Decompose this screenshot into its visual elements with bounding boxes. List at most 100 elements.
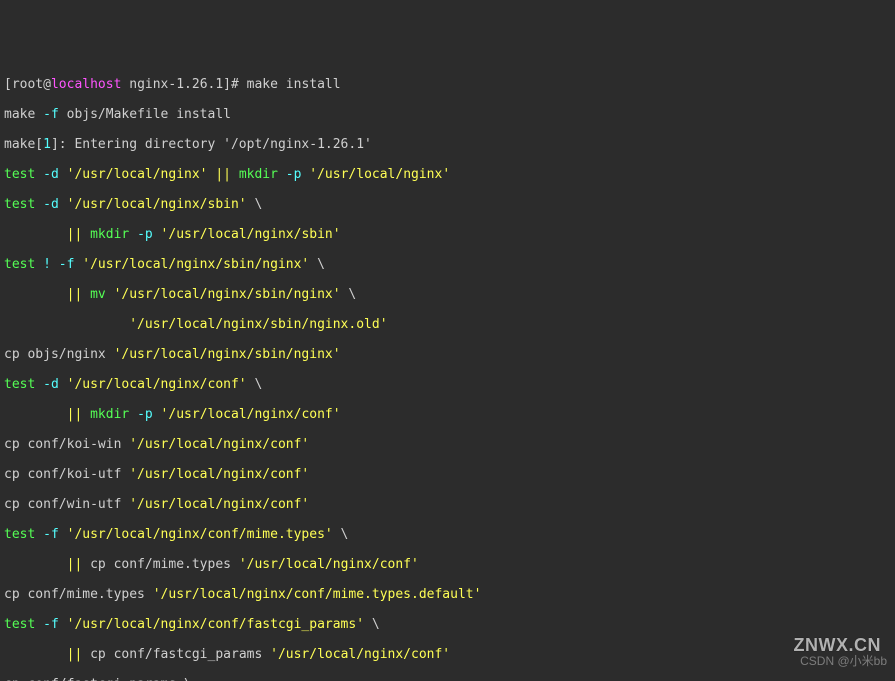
t: '/usr/local/nginx/sbin/nginx.old' bbox=[129, 317, 387, 332]
t: '/usr/local/nginx/conf' bbox=[239, 557, 419, 572]
t: cp conf/fastcgi_params bbox=[90, 647, 270, 662]
t: '/usr/local/nginx' bbox=[59, 167, 208, 182]
t: make[ bbox=[4, 137, 43, 152]
output-line: || mv '/usr/local/nginx/sbin/nginx' \ bbox=[4, 287, 891, 302]
t: mkdir bbox=[239, 167, 278, 182]
t: '/usr/local/nginx/conf' bbox=[129, 437, 309, 452]
t: || bbox=[67, 557, 90, 572]
watermark-logo: ZNWX.CN bbox=[794, 638, 882, 653]
output-line: || mkdir -p '/usr/local/nginx/sbin' bbox=[4, 227, 891, 242]
t: -f bbox=[35, 527, 58, 542]
watermark-attribution: CSDN @小米bb bbox=[800, 654, 887, 669]
output-line: cp conf/koi-utf '/usr/local/nginx/conf' bbox=[4, 467, 891, 482]
t: test bbox=[4, 257, 35, 272]
t: -f bbox=[35, 617, 58, 632]
t: \ bbox=[341, 287, 357, 302]
t: test bbox=[4, 167, 35, 182]
t: -d bbox=[35, 377, 58, 392]
output-line: test ! -f '/usr/local/nginx/sbin/nginx' … bbox=[4, 257, 891, 272]
t: cp conf/fastcgi_params \ bbox=[4, 677, 192, 681]
t: test bbox=[4, 197, 35, 212]
t: '/usr/local/nginx/conf/mime.types' bbox=[59, 527, 333, 542]
t bbox=[4, 407, 67, 422]
t: '/usr/local/nginx/conf' bbox=[129, 467, 309, 482]
t: '/usr/local/nginx/conf/mime.types.defaul… bbox=[153, 587, 482, 602]
t: '/usr/local/nginx/sbin' bbox=[153, 227, 341, 242]
output-line: cp conf/koi-win '/usr/local/nginx/conf' bbox=[4, 437, 891, 452]
t: ]: Entering directory '/opt/nginx-1.26.1… bbox=[51, 137, 372, 152]
t bbox=[4, 647, 67, 662]
at-sign: @ bbox=[43, 77, 51, 92]
terminal-output: [root@localhost nginx-1.26.1]# make inst… bbox=[4, 62, 891, 681]
t bbox=[4, 287, 67, 302]
t: test bbox=[4, 527, 35, 542]
t: '/usr/local/nginx' bbox=[301, 167, 450, 182]
prompt-user: root bbox=[12, 77, 43, 92]
t bbox=[4, 317, 129, 332]
t: cp objs/nginx bbox=[4, 347, 114, 362]
t: '/usr/local/nginx/conf' bbox=[129, 497, 309, 512]
t: '/usr/local/nginx/sbin/nginx' bbox=[106, 287, 341, 302]
t: -d bbox=[35, 197, 58, 212]
t: -f bbox=[35, 107, 58, 122]
t: \ bbox=[247, 197, 263, 212]
t: || bbox=[208, 167, 239, 182]
t: \ bbox=[309, 257, 325, 272]
output-line: cp conf/fastcgi_params \ bbox=[4, 677, 891, 681]
t: mkdir bbox=[90, 227, 129, 242]
t: cp conf/koi-utf bbox=[4, 467, 129, 482]
t: || bbox=[67, 227, 90, 242]
t: '/usr/local/nginx/conf' bbox=[59, 377, 247, 392]
command-text: make install bbox=[247, 77, 341, 92]
t: cp conf/win-utf bbox=[4, 497, 129, 512]
prompt-host: localhost bbox=[51, 77, 121, 92]
t: '/usr/local/nginx/sbin/nginx' bbox=[74, 257, 309, 272]
t: cp conf/mime.types bbox=[4, 587, 153, 602]
output-line: test -f '/usr/local/nginx/conf/mime.type… bbox=[4, 527, 891, 542]
t: objs/Makefile install bbox=[59, 107, 231, 122]
output-line: || cp conf/mime.types '/usr/local/nginx/… bbox=[4, 557, 891, 572]
t: \ bbox=[247, 377, 263, 392]
output-line: cp conf/mime.types '/usr/local/nginx/con… bbox=[4, 587, 891, 602]
t: cp conf/koi-win bbox=[4, 437, 129, 452]
prompt-line[interactable]: [root@localhost nginx-1.26.1]# make inst… bbox=[4, 77, 891, 92]
t: '/usr/local/nginx/sbin/nginx' bbox=[114, 347, 341, 362]
t: '/usr/local/nginx/sbin' bbox=[59, 197, 247, 212]
close-bracket: ]# bbox=[223, 77, 246, 92]
output-line: || cp conf/fastcgi_params '/usr/local/ng… bbox=[4, 647, 891, 662]
t: -p bbox=[129, 407, 152, 422]
output-line: '/usr/local/nginx/sbin/nginx.old' bbox=[4, 317, 891, 332]
output-line: make[1]: Entering directory '/opt/nginx-… bbox=[4, 137, 891, 152]
output-line: test -d '/usr/local/nginx/sbin' \ bbox=[4, 197, 891, 212]
prompt-dir: nginx-1.26.1 bbox=[121, 77, 223, 92]
t: mv bbox=[90, 287, 106, 302]
t: || bbox=[67, 647, 90, 662]
output-line: cp conf/win-utf '/usr/local/nginx/conf' bbox=[4, 497, 891, 512]
t: || bbox=[67, 287, 90, 302]
t: cp conf/mime.types bbox=[90, 557, 239, 572]
output-line: test -d '/usr/local/nginx/conf' \ bbox=[4, 377, 891, 392]
t: \ bbox=[333, 527, 349, 542]
t bbox=[4, 557, 67, 572]
t: \ bbox=[364, 617, 380, 632]
output-line: || mkdir -p '/usr/local/nginx/conf' bbox=[4, 407, 891, 422]
t: test bbox=[4, 377, 35, 392]
output-line: test -f '/usr/local/nginx/conf/fastcgi_p… bbox=[4, 617, 891, 632]
output-line: test -d '/usr/local/nginx' || mkdir -p '… bbox=[4, 167, 891, 182]
t: -p bbox=[278, 167, 301, 182]
output-line: cp objs/nginx '/usr/local/nginx/sbin/ngi… bbox=[4, 347, 891, 362]
t: -p bbox=[129, 227, 152, 242]
output-line: make -f objs/Makefile install bbox=[4, 107, 891, 122]
t: test bbox=[4, 617, 35, 632]
t: mkdir bbox=[90, 407, 129, 422]
t: || bbox=[67, 407, 90, 422]
t bbox=[4, 227, 67, 242]
t: ! -f bbox=[35, 257, 74, 272]
t: '/usr/local/nginx/conf/fastcgi_params' bbox=[59, 617, 364, 632]
t: 1 bbox=[43, 137, 51, 152]
t: make bbox=[4, 107, 35, 122]
open-bracket: [ bbox=[4, 77, 12, 92]
t: '/usr/local/nginx/conf' bbox=[270, 647, 450, 662]
t: -d bbox=[35, 167, 58, 182]
t: '/usr/local/nginx/conf' bbox=[153, 407, 341, 422]
